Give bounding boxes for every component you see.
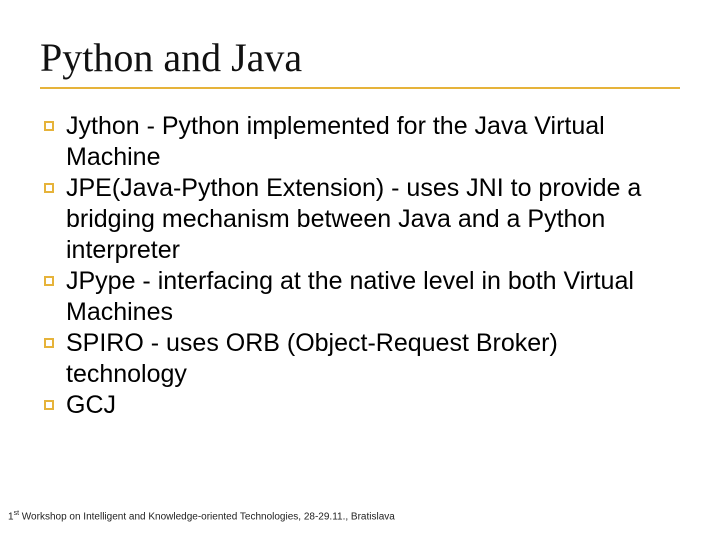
square-bullet-icon — [44, 400, 54, 410]
bullet-text: SPIRO - uses ORB (Object-Request Broker)… — [66, 329, 558, 388]
slide-footer: 1st Workshop on Intelligent and Knowledg… — [8, 510, 395, 522]
slide: Python and Java Jython - Python implemen… — [0, 0, 720, 540]
footer-text: Workshop on Intelligent and Knowledge-or… — [19, 511, 395, 522]
slide-title: Python and Java — [40, 34, 680, 81]
bullet-list: Jython - Python implemented for the Java… — [40, 111, 680, 421]
bullet-text: GCJ — [66, 391, 116, 419]
list-item: SPIRO - uses ORB (Object-Request Broker)… — [44, 328, 680, 390]
bullet-text: JPype - interfacing at the native level … — [66, 267, 634, 326]
square-bullet-icon — [44, 183, 54, 193]
square-bullet-icon — [44, 276, 54, 286]
list-item: GCJ — [44, 390, 680, 421]
square-bullet-icon — [44, 121, 54, 131]
list-item: JPE(Java-Python Extension) - uses JNI to… — [44, 173, 680, 266]
list-item: JPype - interfacing at the native level … — [44, 266, 680, 328]
square-bullet-icon — [44, 338, 54, 348]
bullet-text: Jython - Python implemented for the Java… — [66, 112, 605, 171]
bullet-text: JPE(Java-Python Extension) - uses JNI to… — [66, 174, 641, 264]
list-item: Jython - Python implemented for the Java… — [44, 111, 680, 173]
title-underline — [40, 87, 680, 89]
